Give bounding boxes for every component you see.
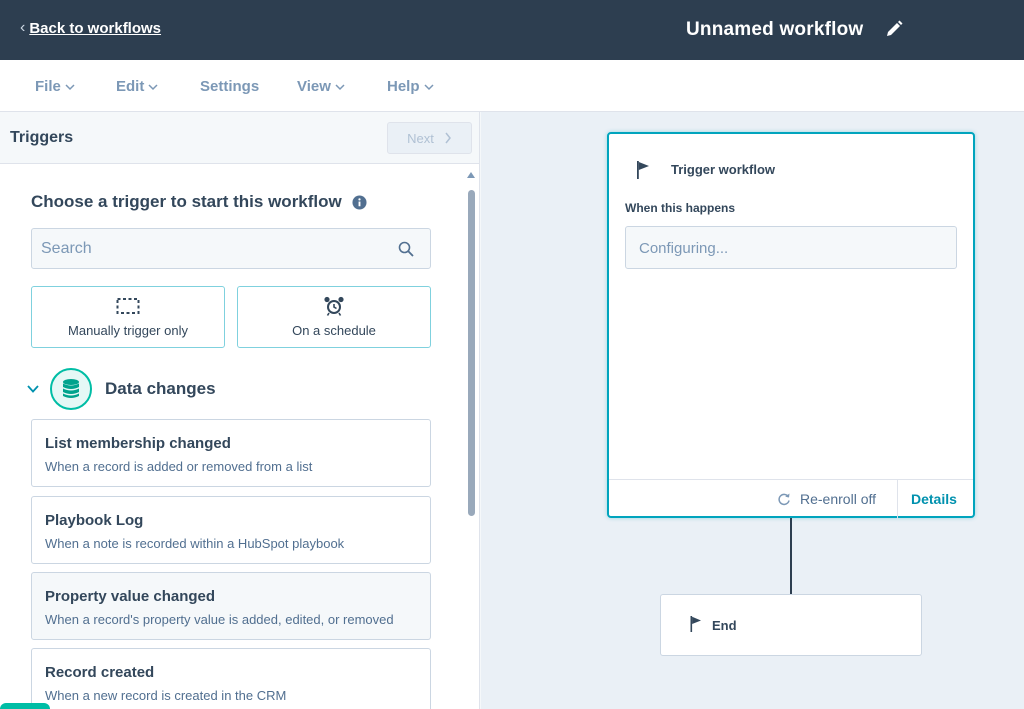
scrollbar-thumb[interactable]	[468, 190, 475, 516]
choose-trigger-heading: Choose a trigger to start this workflow	[31, 192, 367, 212]
menu-bar: File Edit Settings View Help	[0, 60, 1024, 112]
trigger-option-title: List membership changed	[45, 435, 231, 452]
top-header: ‹ Back to workflows Unnamed workflow	[0, 0, 1024, 60]
search-input[interactable]	[32, 229, 392, 268]
menu-edit[interactable]: Edit	[116, 78, 158, 95]
back-link-label: Back to workflows	[29, 19, 162, 37]
menu-settings[interactable]: Settings	[200, 78, 259, 95]
help-widget-edge[interactable]	[0, 703, 50, 709]
workflow-title[interactable]: Unnamed workflow	[686, 19, 863, 41]
schedule-trigger-label: On a schedule	[292, 323, 376, 338]
menu-view-label: View	[297, 78, 331, 95]
manual-trigger-label: Manually trigger only	[68, 323, 188, 338]
flag-icon	[690, 616, 701, 632]
end-action-card[interactable]: End	[660, 594, 922, 656]
chevron-down-icon	[65, 83, 75, 90]
back-to-workflows-link[interactable]: ‹ Back to workflows	[20, 19, 161, 37]
re-enroll-label: Re-enroll off	[800, 491, 877, 507]
chevron-left-icon: ‹	[20, 19, 26, 36]
database-icon	[63, 379, 79, 398]
chevron-right-icon	[445, 132, 451, 144]
configuring-field[interactable]: Configuring...	[625, 226, 957, 269]
chevron-down-icon	[148, 83, 158, 90]
pencil-icon[interactable]	[884, 19, 904, 39]
chevron-down-icon	[423, 83, 434, 90]
trigger-workflow-card[interactable]: Trigger workflow When this happens Confi…	[607, 132, 975, 519]
choose-trigger-text: Choose a trigger to start this workflow	[31, 192, 342, 211]
trigger-option-title: Record created	[45, 664, 155, 681]
trigger-option-playbook-log[interactable]: Playbook Log When a note is recorded wit…	[31, 496, 431, 564]
search-icon[interactable]	[398, 241, 414, 257]
details-button[interactable]: Details	[911, 491, 957, 507]
trigger-option-desc: When a note is recorded within a HubSpot…	[45, 536, 345, 551]
alarm-clock-icon	[324, 296, 344, 316]
schedule-trigger-button[interactable]: On a schedule	[237, 286, 431, 348]
trigger-card-footer: Re-enroll off Details	[609, 479, 973, 519]
trigger-option-title: Playbook Log	[45, 512, 144, 529]
chevron-down-icon	[27, 385, 39, 393]
panel-title: Triggers	[10, 129, 74, 146]
section-label: Data changes	[105, 379, 216, 398]
menu-edit-label: Edit	[116, 78, 145, 95]
trigger-card-title: Trigger workflow	[671, 162, 776, 177]
menu-help-label: Help	[387, 78, 420, 95]
workflow-connector-line	[790, 518, 792, 594]
info-icon[interactable]	[352, 194, 367, 210]
next-button[interactable]: Next	[387, 122, 472, 154]
manual-trigger-button[interactable]: Manually trigger only	[31, 286, 225, 348]
scroll-up-arrow-icon[interactable]	[467, 172, 475, 178]
re-enroll-toggle[interactable]: Re-enroll off	[777, 491, 876, 507]
refresh-icon	[778, 493, 790, 506]
trigger-option-desc: When a record's property value is added,…	[45, 612, 394, 627]
trigger-option-desc: When a record is added or removed from a…	[45, 459, 313, 474]
menu-file-label: File	[35, 78, 61, 95]
menu-help[interactable]: Help	[387, 78, 434, 95]
panel-header: Triggers Next	[0, 112, 479, 164]
trigger-option-title: Property value changed	[45, 588, 216, 605]
trigger-option-desc: When a new record is created in the CRM	[45, 688, 287, 703]
search-box	[31, 228, 431, 269]
next-button-label: Next	[407, 130, 434, 146]
when-this-happens-label: When this happens	[625, 201, 736, 215]
menu-view[interactable]: View	[297, 78, 345, 95]
footer-divider	[897, 480, 898, 519]
trigger-option-list-membership[interactable]: List membership changed When a record is…	[31, 419, 431, 487]
chevron-down-icon	[335, 83, 345, 90]
database-icon-badge	[50, 368, 92, 410]
dashed-box-icon	[116, 298, 140, 314]
panel-scrollbar[interactable]	[464, 168, 478, 709]
menu-file[interactable]: File	[35, 78, 75, 95]
trigger-option-property-value[interactable]: Property value changed When a record's p…	[31, 572, 431, 640]
end-label: End	[712, 618, 737, 633]
flag-icon	[637, 161, 649, 179]
triggers-panel: Triggers Next Choose a trigger to start …	[0, 112, 480, 709]
menu-settings-label: Settings	[200, 78, 260, 95]
data-changes-section-toggle[interactable]: Data changes	[26, 368, 216, 410]
trigger-option-record-created[interactable]: Record created When a new record is crea…	[31, 648, 431, 709]
